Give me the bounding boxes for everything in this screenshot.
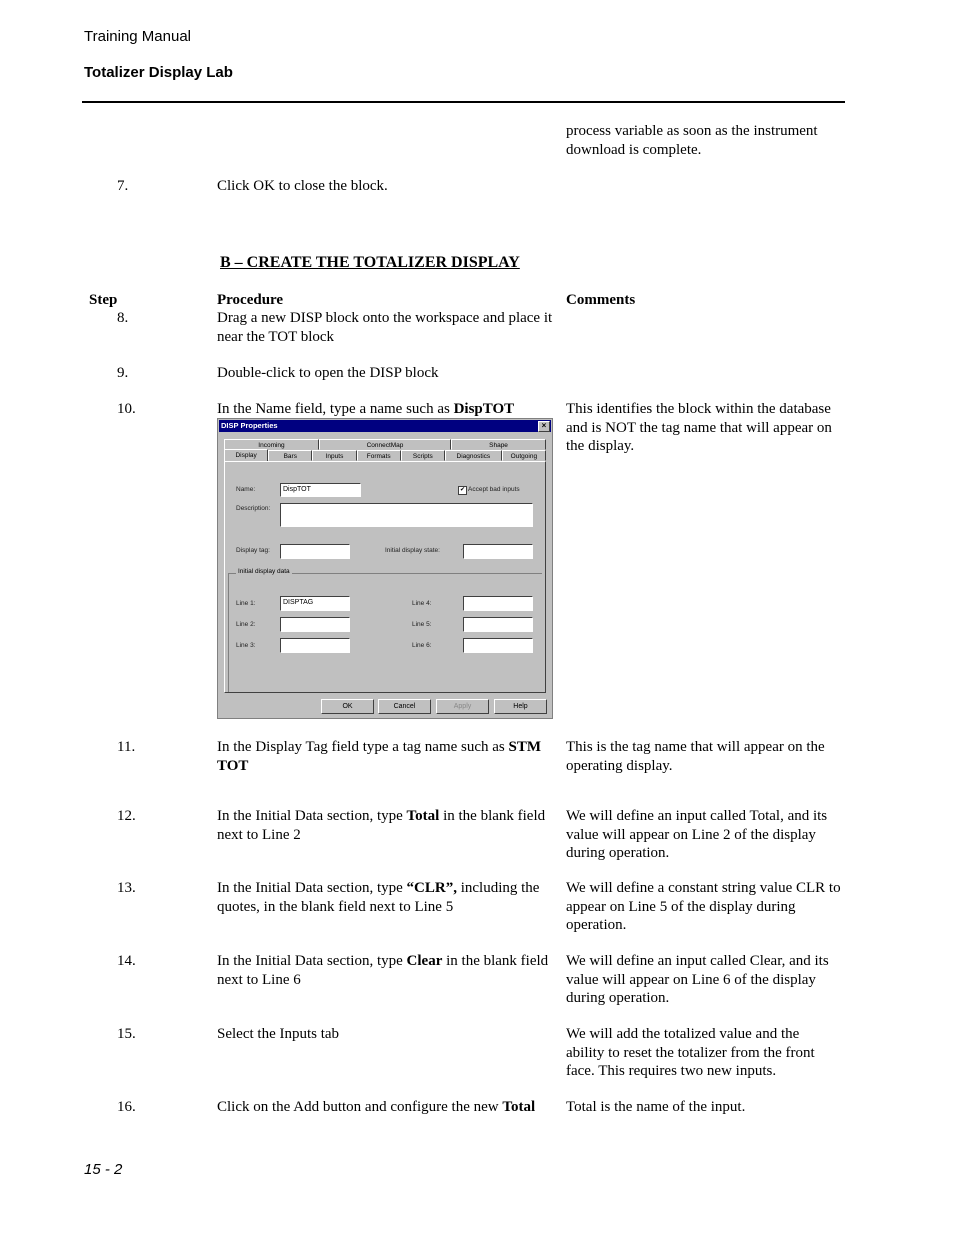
column-header-procedure: Procedure [217, 292, 284, 308]
manual-title: Training Manual [84, 28, 191, 45]
line-1-label: Line 1: [236, 600, 256, 607]
accept-bad-inputs-checkbox[interactable]: ✔ [458, 486, 467, 495]
page-number: 15 - 2 [84, 1161, 123, 1178]
section-title: Totalizer Display Lab [84, 64, 233, 81]
tab-shape[interactable]: Shape [451, 439, 546, 450]
step-number: 12. [117, 808, 136, 824]
step-comment: This is the tag name that will appear on… [566, 739, 825, 774]
tab-row-back: Incoming ConnectMap Shape [224, 439, 546, 450]
dialog-title-bar: DISP Properties [219, 420, 551, 432]
description-label: Description: [236, 505, 271, 512]
procedure-keyword: Total [502, 1099, 536, 1115]
name-label: Name: [236, 486, 256, 493]
procedure-keyword: Total [406, 808, 440, 824]
tab-scripts[interactable]: Scripts [400, 450, 445, 461]
procedure-text: In the Initial Data section, type [217, 808, 407, 824]
procedure-text: In the Display Tag field type a tag name… [217, 739, 509, 755]
step-number: 9. [117, 365, 129, 381]
step-number: 13. [117, 880, 136, 896]
step-number: 11. [117, 739, 136, 755]
step-comment: We will define an input called Total, an… [566, 808, 828, 861]
step-procedure: Drag a new DISP block onto the workspace… [217, 310, 553, 345]
close-icon[interactable]: × [538, 421, 550, 432]
line-6-label: Line 6: [412, 642, 432, 649]
initial-display-data-group [228, 573, 542, 692]
step-comment: We will add the totalized value and the … [566, 1026, 815, 1079]
tab-bars[interactable]: Bars [268, 450, 313, 461]
step-comment: We will define a constant string value C… [566, 880, 841, 933]
dialog-title: DISP Properties [221, 421, 278, 430]
tab-outgoing[interactable]: Outgoing [501, 450, 546, 461]
initial-display-state-field[interactable] [463, 544, 533, 559]
display-tag-label: Display tag: [236, 547, 270, 554]
column-header-comments: Comments [566, 292, 636, 308]
tab-diagnostics[interactable]: Diagnostics [444, 450, 502, 461]
initial-display-state-label: Initial display state: [385, 547, 440, 554]
step-comment: This identifies the block within the dat… [566, 401, 832, 454]
line-5-field[interactable] [463, 617, 533, 632]
column-header-step: Step [89, 292, 118, 308]
apply-button[interactable]: Apply [436, 699, 489, 714]
initial-display-data-label: Initial display data [236, 568, 292, 575]
line-4-label: Line 4: [412, 600, 432, 607]
name-field[interactable]: DispTOT [280, 483, 361, 497]
line-4-field[interactable] [463, 596, 533, 611]
tab-row-front: Display Bars Inputs Formats Scripts Diag… [224, 449, 546, 462]
line-5-label: Line 5: [412, 621, 432, 628]
step-procedure: Click on the Add button and configure th… [217, 1098, 562, 1117]
step-procedure: Double-click to open the DISP block [217, 365, 439, 381]
ok-button[interactable]: OK [321, 699, 374, 714]
procedure-text: Click on the Add button and configure th… [217, 1099, 503, 1115]
step-procedure: In the Initial Data section, type Total … [217, 807, 562, 844]
tab-inputs[interactable]: Inputs [312, 450, 357, 461]
disp-properties-dialog: DISP Properties × Incoming ConnectMap Sh… [217, 418, 553, 719]
tab-formats[interactable]: Formats [356, 450, 401, 461]
step-number: 8. [117, 310, 129, 326]
procedure-text: In the Name field, type a name such as [217, 401, 454, 417]
step-number: 16. [117, 1099, 136, 1115]
procedure-keyword: Clear [406, 953, 443, 969]
step-procedure: In the Name field, type a name such as D… [217, 400, 562, 419]
line-2-field[interactable] [280, 617, 350, 632]
procedure-keyword: “CLR”, [406, 880, 457, 896]
line-2-label: Line 2: [236, 621, 256, 628]
header-divider [82, 101, 845, 103]
accept-bad-inputs-label: Accept bad inputs [468, 486, 520, 493]
step-number: 15. [117, 1026, 136, 1042]
step-procedure: Click OK to close the block. [217, 178, 388, 194]
step-number: 14. [117, 953, 136, 969]
step-comment: We will define an input called Clear, an… [566, 953, 829, 1006]
tab-connectmap[interactable]: ConnectMap [318, 439, 452, 450]
procedure-text: In the Initial Data section, type [217, 880, 407, 896]
step-procedure: In the Initial Data section, type “CLR”,… [217, 879, 562, 916]
step-procedure: In the Display Tag field type a tag name… [217, 738, 562, 775]
procedure-keyword: DispTOT [453, 401, 515, 417]
step-comment: Total is the name of the input. [566, 1099, 746, 1115]
step-number: 7. [117, 178, 129, 194]
carry-over-comment: process variable as soon as the instrume… [566, 123, 818, 158]
line-3-field[interactable] [280, 638, 350, 653]
cancel-button[interactable]: Cancel [378, 699, 431, 714]
display-tag-field[interactable] [280, 544, 350, 559]
step-number: 10. [117, 401, 136, 417]
line-6-field[interactable] [463, 638, 533, 653]
description-field[interactable] [280, 503, 533, 527]
procedure-text: In the Initial Data section, type [217, 953, 407, 969]
line-1-field[interactable]: DISPTAG [280, 596, 350, 611]
section-heading: B – CREATE THE TOTALIZER DISPLAY [220, 254, 520, 271]
step-procedure: In the Initial Data section, type Clear … [217, 952, 562, 989]
line-3-label: Line 3: [236, 642, 256, 649]
step-procedure: Select the Inputs tab [217, 1026, 340, 1042]
help-button[interactable]: Help [494, 699, 547, 714]
